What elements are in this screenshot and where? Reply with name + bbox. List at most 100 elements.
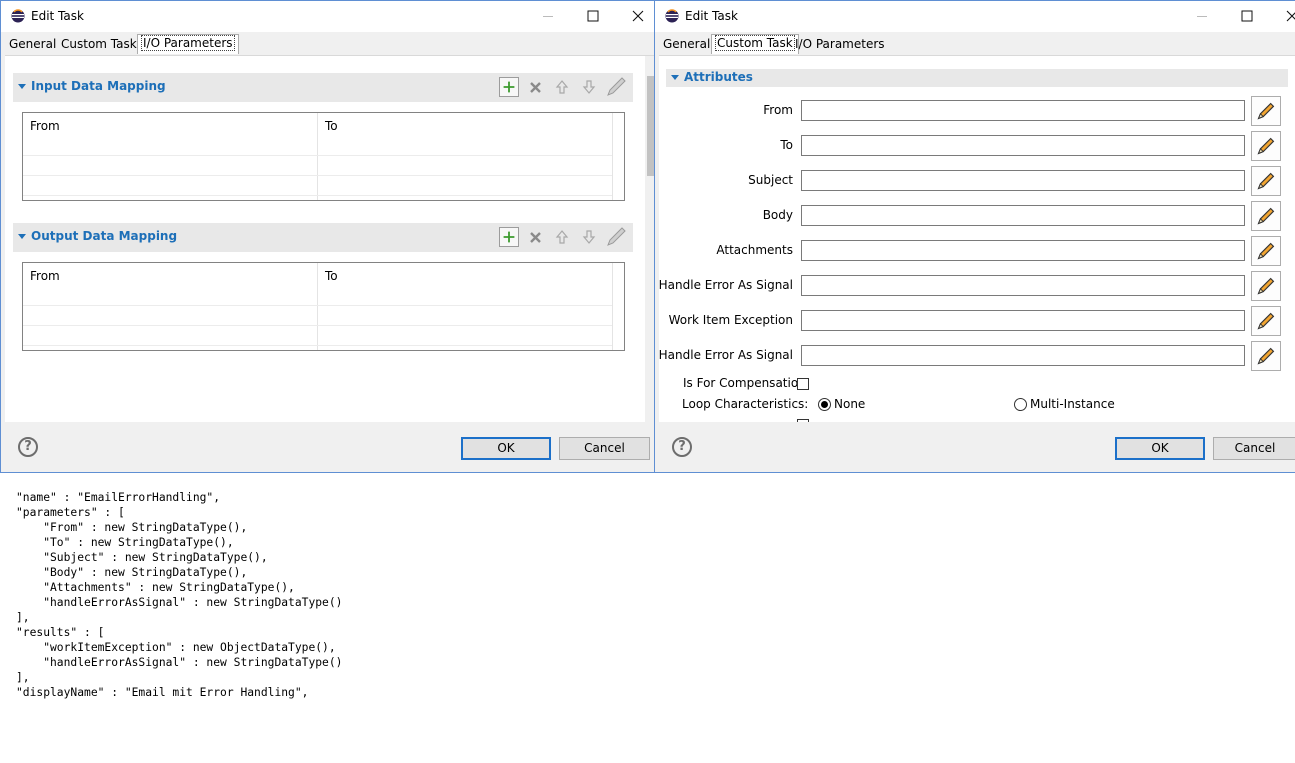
handle-error-as-signal-field-2[interactable] <box>801 345 1245 366</box>
field-label: From <box>763 103 793 117</box>
io-parameters-panel: Input Data Mapping From To Output Data M… <box>5 55 654 422</box>
to-field[interactable] <box>801 135 1245 156</box>
work-item-exception-field[interactable] <box>801 310 1245 331</box>
column-divider <box>317 263 318 350</box>
arrow-down-icon[interactable] <box>579 77 599 97</box>
minimize-icon[interactable] <box>1191 6 1213 26</box>
remove-icon[interactable] <box>526 227 546 247</box>
close-icon[interactable] <box>1281 6 1295 26</box>
loop-multi-instance-label: Multi-Instance <box>1030 397 1115 411</box>
loop-none-label: None <box>834 397 866 411</box>
maximize-icon[interactable] <box>582 6 604 26</box>
tab-io-parameters[interactable]: I/O Parameters <box>137 34 239 54</box>
table-row[interactable] <box>23 325 612 326</box>
edit-task-dialog-io: Edit Task General Custom Task I/O Parame… <box>0 0 655 473</box>
table-row[interactable] <box>23 155 612 156</box>
code-line: "To" : new StringDataType(), <box>16 536 234 549</box>
field-label: Body <box>762 208 793 222</box>
code-line: "handleErrorAsSignal" : new StringDataTy… <box>16 596 343 609</box>
code-line: "From" : new StringDataType(), <box>16 521 248 534</box>
ok-button[interactable]: OK <box>461 437 551 460</box>
add-icon[interactable] <box>499 77 519 97</box>
minimize-icon[interactable] <box>537 6 559 26</box>
code-line: "Subject" : new StringDataType(), <box>16 551 268 564</box>
table-row[interactable] <box>23 305 612 306</box>
code-line: ], <box>16 611 30 624</box>
help-icon[interactable]: ? <box>18 437 38 457</box>
title-bar[interactable]: Edit Task <box>655 1 1295 32</box>
cancel-button[interactable]: Cancel <box>559 437 650 460</box>
collapse-triangle-icon[interactable] <box>671 75 679 80</box>
output-data-mapping-header[interactable]: Output Data Mapping <box>13 223 633 252</box>
table-row[interactable] <box>23 195 612 196</box>
tab-custom-task[interactable]: Custom Task <box>711 34 799 54</box>
section-title: Output Data Mapping <box>31 229 178 243</box>
code-line: ], <box>16 671 30 684</box>
section-title: Attributes <box>684 70 753 84</box>
pencil-icon[interactable] <box>1251 271 1281 301</box>
title-bar[interactable]: Edit Task <box>1 1 654 32</box>
field-label: Handle Error As Signal <box>659 348 793 362</box>
pencil-icon[interactable] <box>1251 306 1281 336</box>
code-line: "name" : "EmailErrorHandling", <box>16 491 221 504</box>
body-field[interactable] <box>801 205 1245 226</box>
help-icon[interactable]: ? <box>672 437 692 457</box>
scrollbar-thumb[interactable] <box>647 76 654 176</box>
pencil-icon[interactable] <box>605 226 627 248</box>
pencil-icon[interactable] <box>1251 236 1281 266</box>
edit-task-dialog-custom-task: Edit Task General Custom Task I/O Parame… <box>654 0 1295 473</box>
is-for-compensation-checkbox[interactable] <box>797 378 809 390</box>
attachments-field[interactable] <box>801 240 1245 261</box>
tab-general[interactable]: General <box>659 36 714 54</box>
column-divider <box>612 263 613 350</box>
pencil-icon[interactable] <box>1251 201 1281 231</box>
collapse-triangle-icon[interactable] <box>18 84 26 89</box>
output-mapping-table[interactable]: From To <box>22 262 625 351</box>
section-title: Input Data Mapping <box>31 79 166 93</box>
column-divider <box>317 113 318 200</box>
cancel-button[interactable]: Cancel <box>1213 437 1295 460</box>
partially-hidden-checkbox[interactable] <box>797 419 809 422</box>
tab-io-parameters[interactable]: I/O Parameters <box>791 36 889 54</box>
eclipse-icon <box>11 9 25 23</box>
table-row[interactable] <box>23 175 612 176</box>
column-divider <box>612 113 613 200</box>
add-icon[interactable] <box>499 227 519 247</box>
window-title: Edit Task <box>685 9 738 23</box>
pencil-icon[interactable] <box>1251 131 1281 161</box>
attributes-header[interactable]: Attributes <box>666 69 1288 87</box>
close-icon[interactable] <box>627 6 649 26</box>
input-data-mapping-header[interactable]: Input Data Mapping <box>13 73 633 102</box>
tab-general[interactable]: General <box>5 36 60 54</box>
subject-field[interactable] <box>801 170 1245 191</box>
code-line: "Attachments" : new StringDataType(), <box>16 581 295 594</box>
code-line: "parameters" : [ <box>16 506 125 519</box>
arrow-up-icon[interactable] <box>552 77 572 97</box>
tab-custom-task[interactable]: Custom Task <box>57 36 141 54</box>
loop-characteristics-label: Loop Characteristics: <box>682 397 809 411</box>
pencil-icon[interactable] <box>1251 341 1281 371</box>
remove-icon[interactable] <box>526 77 546 97</box>
custom-task-panel: Attributes From To Subject Body Attachme… <box>659 55 1295 422</box>
input-mapping-table[interactable]: From To <box>22 112 625 201</box>
column-header-to: To <box>325 269 338 283</box>
loop-none-radio[interactable] <box>818 398 831 411</box>
from-field[interactable] <box>801 100 1245 121</box>
pencil-icon[interactable] <box>1251 96 1281 126</box>
field-label: Subject <box>748 173 793 187</box>
arrow-down-icon[interactable] <box>579 227 599 247</box>
pencil-icon[interactable] <box>1251 166 1281 196</box>
ok-button[interactable]: OK <box>1115 437 1205 460</box>
field-label: Attachments <box>716 243 793 257</box>
code-line: "Body" : new StringDataType(), <box>16 566 248 579</box>
maximize-icon[interactable] <box>1236 6 1258 26</box>
column-header-from: From <box>30 269 60 283</box>
table-row[interactable] <box>23 345 612 346</box>
arrow-up-icon[interactable] <box>552 227 572 247</box>
loop-multi-instance-radio[interactable] <box>1014 398 1027 411</box>
field-label: Work Item Exception <box>668 313 793 327</box>
code-line: "results" : [ <box>16 626 105 639</box>
handle-error-as-signal-field[interactable] <box>801 275 1245 296</box>
collapse-triangle-icon[interactable] <box>18 234 26 239</box>
pencil-icon[interactable] <box>605 76 627 98</box>
